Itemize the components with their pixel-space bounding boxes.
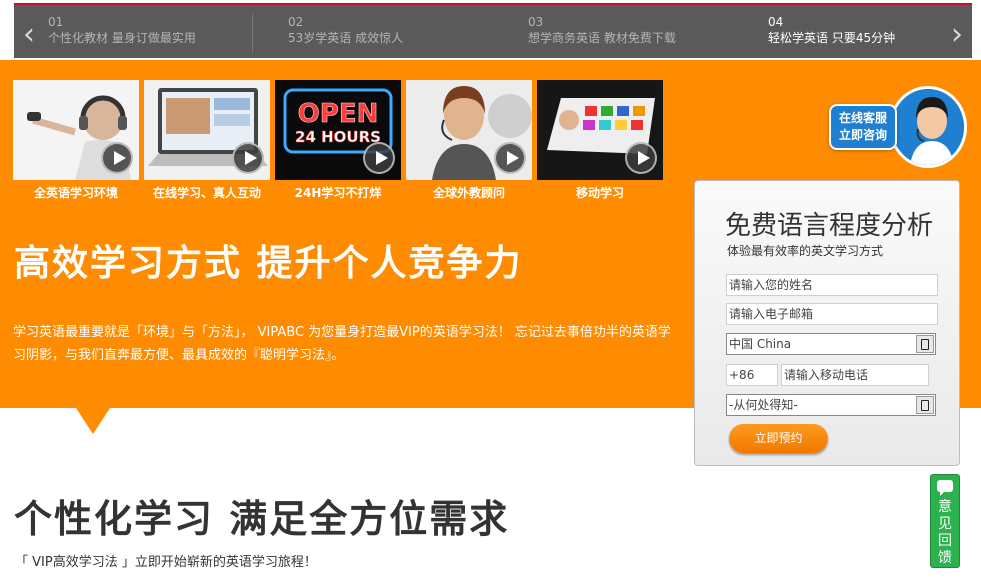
feedback-char: 意	[938, 499, 952, 515]
source-select[interactable]: -从何处得知-	[726, 394, 936, 416]
consult-button[interactable]: 在线客服 立即咨询	[829, 104, 897, 150]
hero-pointer	[76, 408, 110, 434]
chat-bubble-icon	[937, 480, 953, 496]
video-thumb-immersion[interactable]	[13, 80, 139, 180]
section-subtitle: 「 VIP高效学习法 」立即开始崭新的英语学习旅程！	[15, 555, 317, 570]
section-title: 个性化学习 满足全方位需求	[14, 497, 510, 541]
feedback-button[interactable]: 意 见 回 馈	[930, 474, 960, 568]
video-thumb-24h[interactable]: OPEN 24 HOURS	[275, 80, 401, 180]
form-title: 免费语言程度分析	[725, 211, 934, 241]
feedback-char: 馈	[938, 550, 952, 566]
tab-divider	[252, 13, 253, 53]
carousel-tab-4[interactable]: 04 轻松学英语 只要45分钟	[768, 15, 895, 55]
feature-caption: 全英语学习环境	[33, 186, 118, 200]
form-subtitle: 体验最有效率的英文学习方式	[727, 244, 884, 258]
free-assessment-form: 免费语言程度分析 体验最有效率的英文学习方式 请输入您的姓名 请输入电子邮箱 中…	[694, 180, 960, 466]
feedback-char: 回	[938, 533, 952, 549]
feature-caption: 移动学习	[575, 186, 624, 200]
play-icon[interactable]	[232, 142, 264, 174]
country-select[interactable]: 中国 China	[726, 333, 936, 355]
video-thumb-tutor[interactable]	[406, 80, 532, 180]
feature-caption: 在线学习、真人互动	[152, 186, 261, 200]
tab-number: 02	[288, 15, 304, 29]
play-icon[interactable]	[625, 142, 657, 174]
tab-label: 轻松学英语 只要45分钟	[768, 31, 896, 45]
name-field[interactable]: 请输入您的姓名	[726, 274, 938, 296]
email-field[interactable]: 请输入电子邮箱	[726, 303, 938, 325]
hero-description: 学习英语最重要就是「环境」与「方法」， VIPABC 为您量身打造最VIP的英语…	[13, 325, 671, 363]
chevron-right-icon[interactable]: ›	[944, 15, 970, 55]
carousel-tab-3[interactable]: 03 想学商务英语 教材免费下载	[528, 15, 676, 55]
phone-code-field[interactable]: +86	[726, 364, 778, 386]
service-agent-avatar	[889, 86, 967, 168]
video-thumb-online[interactable]	[144, 80, 270, 180]
tab-number: 01	[48, 15, 64, 29]
feature-caption: 24H学习不打烊	[294, 186, 382, 200]
chevron-left-icon[interactable]: ‹	[16, 15, 42, 55]
play-icon[interactable]	[494, 142, 526, 174]
carousel-track: ‹ 01 个性化教材 量身订做最实用 02 53岁学英语 成效惊人 03 想学商…	[14, 3, 972, 58]
agent-headset-icon	[892, 89, 964, 165]
tab-number: 04	[768, 15, 784, 29]
source-value: -从何处得知-	[729, 398, 798, 412]
play-icon[interactable]	[101, 142, 133, 174]
carousel-bar: ‹ 01 个性化教材 量身订做最实用 02 53岁学英语 成效惊人 03 想学商…	[0, 0, 981, 60]
feedback-label: 意 见 回 馈	[931, 499, 959, 567]
play-icon[interactable]	[363, 142, 395, 174]
hero-title: 高效学习方式 提升个人竞争力	[14, 243, 523, 284]
carousel-tab-2[interactable]: 02 53岁学英语 成效惊人	[288, 15, 403, 55]
phone-field[interactable]: 请输入移动电话	[781, 364, 929, 386]
service-line-2: 立即咨询	[838, 128, 887, 142]
tab-label: 想学商务英语 教材免费下载	[528, 31, 676, 45]
feedback-char: 见	[938, 516, 952, 532]
submit-button[interactable]: 立即预约	[729, 424, 828, 453]
tab-number: 03	[528, 15, 544, 29]
video-thumb-mobile[interactable]	[537, 80, 663, 180]
tab-label: 53岁学英语 成效惊人	[288, 31, 404, 45]
country-value: 中国 China	[729, 337, 792, 351]
svg-text:24 HOURS: 24 HOURS	[295, 128, 381, 146]
dropdown-icon[interactable]	[916, 335, 934, 353]
service-line-1: 在线客服	[838, 111, 887, 125]
dropdown-icon[interactable]	[916, 396, 934, 414]
tab-label: 个性化教材 量身订做最实用	[48, 31, 196, 45]
svg-text:OPEN: OPEN	[298, 99, 379, 129]
feature-caption: 全球外教顾问	[432, 186, 505, 200]
online-service-widget[interactable]: 在线客服 立即咨询	[829, 86, 967, 168]
carousel-tab-1[interactable]: 01 个性化教材 量身订做最实用	[48, 15, 196, 55]
